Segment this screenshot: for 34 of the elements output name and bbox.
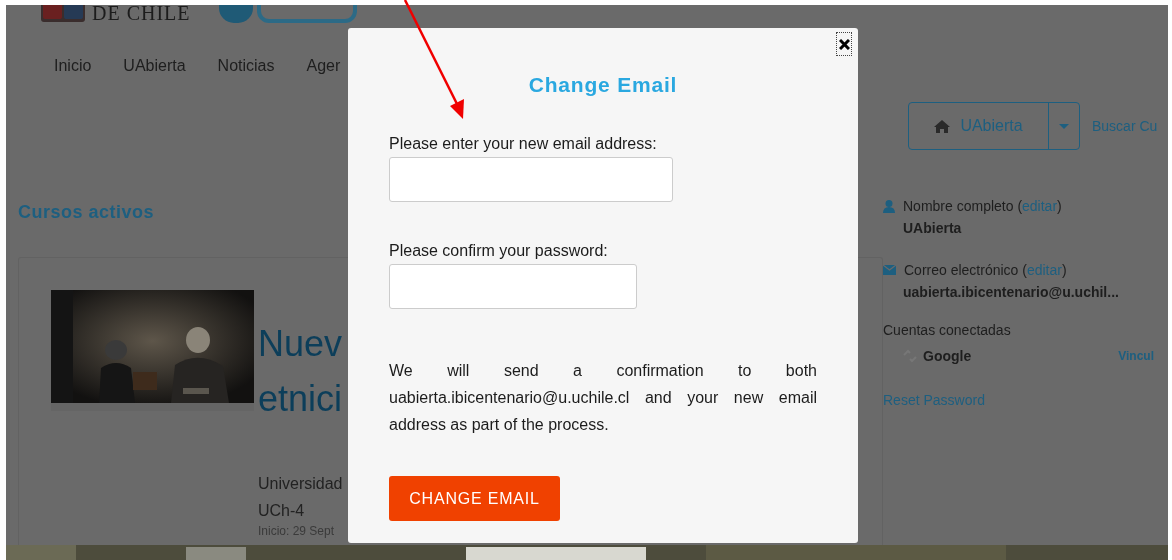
user-icon: [883, 199, 895, 213]
nav-link[interactable]: Ager: [306, 57, 341, 75]
course-code: UCh-4: [258, 501, 306, 521]
site-button[interactable]: UAbierta: [909, 103, 1049, 149]
connected-accounts-heading: Cuentas conectadas: [883, 322, 1012, 338]
course-title[interactable]: etnici: [258, 371, 343, 426]
field-label: Please confirm your password:: [389, 242, 609, 260]
course-title[interactable]: Nuev: [258, 316, 343, 371]
search-courses-link[interactable]: Buscar Cu: [1092, 118, 1158, 134]
caret-icon: [1059, 123, 1069, 129]
field-value: uabierta.ibicentenario@u.uchil...: [902, 284, 1120, 300]
field-label: Please enter your new email address:: [389, 135, 658, 153]
account-name: Google: [923, 348, 973, 364]
field-value: UAbierta: [902, 220, 963, 236]
input-field[interactable]: [389, 264, 637, 309]
home-icon: [934, 119, 951, 133]
nav-link[interactable]: Noticias: [217, 57, 275, 75]
close-button[interactable]: [836, 32, 852, 56]
change-email-button[interactable]: CHANGE EMAIL: [389, 476, 560, 521]
confirmation-note: We will send a confirmation to both uabierta.ibicentenario@u.uchile.cl and your new email address as part of the process.: [389, 361, 817, 435]
reset-password-link[interactable]: Reset Password: [883, 392, 1168, 408]
dialog-title: Change Email: [527, 73, 679, 97]
field-label: Nombre completo (editar): [903, 198, 1062, 214]
section-heading: Cursos activos: [18, 202, 156, 223]
nav-link[interactable]: Inicio: [54, 57, 92, 75]
link-account-link[interactable]: Vincul: [1118, 349, 1154, 363]
edit-link[interactable]: editar: [1022, 198, 1058, 214]
close-icon: [838, 38, 850, 50]
field-label: Correo electrónico (editar): [904, 262, 1067, 278]
nav-link[interactable]: UAbierta: [123, 57, 186, 75]
university-name: DE CHILE: [92, 5, 191, 23]
input-field[interactable]: [389, 157, 673, 202]
course-organization: Universidad: [258, 474, 343, 494]
edit-link[interactable]: editar: [1026, 262, 1062, 278]
